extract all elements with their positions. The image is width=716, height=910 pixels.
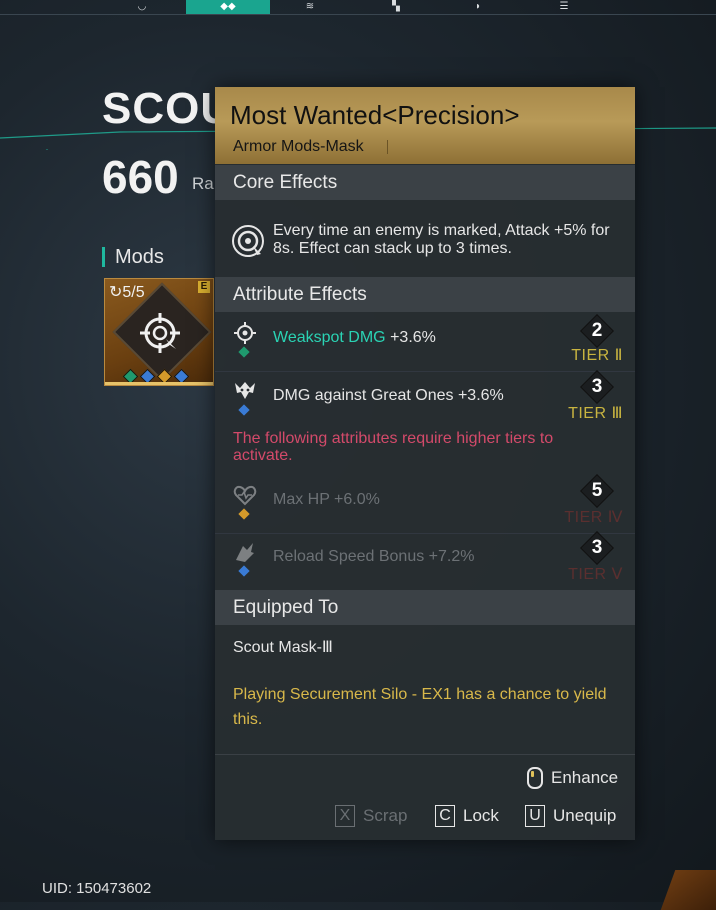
tab-mask[interactable]: ◆◆ [186,0,270,14]
scrap-key: X [335,805,355,827]
heartbeat-icon [233,485,257,506]
attribute-highlight: Weakspot DMG [273,329,386,346]
beast-icon [235,382,255,399]
tier-label: TIER Ⅳ [564,509,623,526]
mark-target-icon [232,225,264,257]
lock-label: Lock [463,806,499,825]
top-nav: ◡ ◆◆ ≋ ▚ ◗ ☰ [0,0,716,16]
core-effects-header: Core Effects [215,165,635,200]
tab-helmet[interactable]: ◡ [122,0,162,14]
mod-card-underline [105,382,213,385]
equipped-to-title: Equipped To [233,597,339,618]
attribute-row: Weakspot DMG +3.6% 2 TIER Ⅱ [215,314,635,372]
mods-label: Mods [102,247,164,267]
attribute-text: Max HP +6.0% [273,491,380,508]
helmet-icon: ◡ [137,1,147,12]
tooltip-subtitle: Armor Mods-Mask [233,138,364,155]
drop-source-text: Playing Securement Silo - EX1 has a chan… [233,686,607,728]
unequip-button[interactable]: U Unequip [525,805,616,827]
locked-attribute-row: Reload Speed Bonus +7.2% 3 TIER Ⅴ [215,531,635,591]
tier-label: TIER Ⅱ [571,347,623,364]
tier-badge: 3 [580,531,614,565]
row-divider [215,371,635,372]
tier-label: TIER Ⅴ [568,566,623,583]
action-bar: X Scrap C Lock U Unequip [335,805,625,829]
lock-key: C [435,805,455,827]
mod-socket-dots [122,368,190,385]
precision-emblem-icon [140,313,180,353]
tab-armor[interactable]: ▚ [376,0,416,14]
tab-bars[interactable]: ☰ [544,0,584,14]
tooltip-title: Most Wanted<Precision> [230,100,520,130]
attribute-text: DMG against Great Ones +3.6% [273,387,504,404]
tier-label: TIER Ⅲ [568,405,623,422]
attribute-dot [238,565,250,577]
reload-icon [236,543,254,562]
attribute-effects-header: Attribute Effects [215,277,635,312]
item-rating-suffix: Ra [192,174,214,193]
attribute-dot [238,346,250,358]
lock-button[interactable]: C Lock [435,805,499,827]
attribute-text: Weakspot DMG +3.6% [273,329,436,347]
tier-badge: 5 [580,474,614,508]
top-nav-line [0,14,716,15]
core-effect-text: Every time an enemy is marked, Attack +5… [273,222,610,257]
equipped-item-name: Scout Mask-Ⅲ [233,639,333,656]
core-effects-title: Core Effects [233,172,338,193]
footer-divider [215,754,635,755]
mod-tooltip-panel: Most Wanted<Precision> Armor Mods-Mask C… [215,87,635,840]
locked-attribute-row: Max HP +6.0% 5 TIER Ⅳ [215,474,635,534]
attribute-text: Reload Speed Bonus +7.2% [273,548,475,565]
tier-number: 3 [591,376,603,397]
tier-number: 5 [591,480,603,501]
tier-badge: 2 [580,314,614,348]
bars-icon: ☰ [559,1,569,12]
enhance-label: Enhance [551,768,619,787]
crosshair-icon [234,322,256,344]
tooltip-header: Most Wanted<Precision> Armor Mods-Mask [215,87,635,164]
uid-label: UID: 150473602 [42,880,152,897]
scrap-button[interactable]: X Scrap [335,805,407,827]
tab-boots[interactable]: ◗ [458,0,498,14]
unequip-key: U [525,805,545,827]
core-effect-row: Every time an enemy is marked, Attack +5… [215,200,635,277]
refresh-icon: ↻ [109,284,123,301]
armor-icon: ▚ [392,1,400,12]
attribute-dot [238,404,250,416]
attribute-effects-title: Attribute Effects [233,284,367,305]
mod-uses: ↻5/5 [109,282,145,302]
unequip-label: Unequip [553,806,617,825]
mod-card[interactable]: ↻5/5 E [104,278,214,386]
attribute-dot [238,508,250,520]
mod-uses-count: 5/5 [122,284,145,301]
corner-decoration [660,870,716,910]
subtitle-divider [387,140,388,154]
scrap-label: Scrap [363,806,408,825]
attribute-value: +3.6% [385,329,436,346]
boots-icon: ◗ [474,1,482,12]
mod-grade-badge: E [198,281,210,293]
item-rating: 660 [102,151,179,203]
gloves-icon: ≋ [305,1,315,12]
attribute-row: DMG against Great Ones +3.6% 3 TIER Ⅲ [215,370,635,430]
enhance-button[interactable]: Enhance [527,767,618,789]
mouse-icon [527,767,543,789]
tab-gloves[interactable]: ≋ [290,0,330,14]
equipped-to-header: Equipped To [215,590,635,625]
tier-badge: 3 [580,370,614,404]
tier-number: 3 [591,537,603,558]
tier-number: 2 [591,320,603,341]
tier-requirement-warning: The following attributes require higher … [233,430,554,464]
mask-icon: ◆◆ [220,1,236,12]
